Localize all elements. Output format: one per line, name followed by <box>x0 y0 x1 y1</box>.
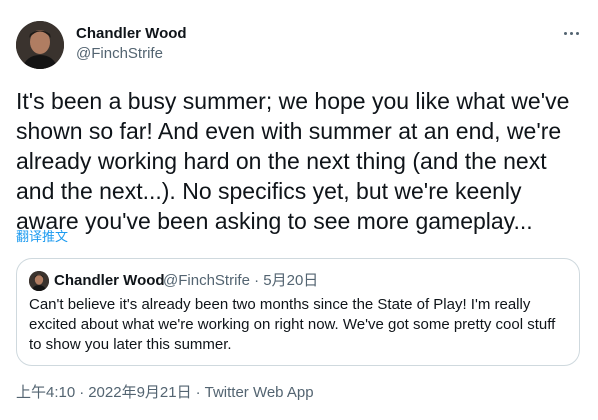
quoted-meta: @FinchStrife · 5月20日 <box>163 272 318 290</box>
tweet-date-link[interactable]: 2022年9月21日 <box>88 384 191 401</box>
quoted-date[interactable]: 5月20日 <box>263 272 318 289</box>
tweet-text: It's been a busy summer; we hope you lik… <box>16 88 570 234</box>
tweet: Chandler Wood @FinchStrife It's been a b… <box>0 0 598 420</box>
quoted-separator: · <box>254 272 260 289</box>
quoted-avatar[interactable] <box>29 271 49 291</box>
translate-tweet-link[interactable]: 翻译推文 <box>16 229 68 245</box>
avatar[interactable] <box>16 21 64 69</box>
quoted-author-handle[interactable]: @FinchStrife <box>163 272 250 289</box>
more-horizontal-icon[interactable] <box>560 24 582 42</box>
quoted-tweet[interactable]: Chandler Wood @FinchStrife · 5月20日 Can't… <box>16 258 580 366</box>
tweet-source-link[interactable]: Twitter Web App <box>205 384 314 401</box>
quoted-tweet-text: Can't believe it's already been two mont… <box>29 296 556 353</box>
quoted-author-name[interactable]: Chandler Wood <box>54 272 165 290</box>
meta-separator: · <box>195 384 201 401</box>
tweet-timestamp: 上午4:10 · 2022年9月21日 · Twitter Web App <box>16 384 314 402</box>
tweet-time-link[interactable]: 上午4:10 <box>16 384 75 401</box>
author-name[interactable]: Chandler Wood <box>76 25 187 43</box>
author-handle[interactable]: @FinchStrife <box>76 45 163 63</box>
meta-separator: · <box>79 384 85 401</box>
